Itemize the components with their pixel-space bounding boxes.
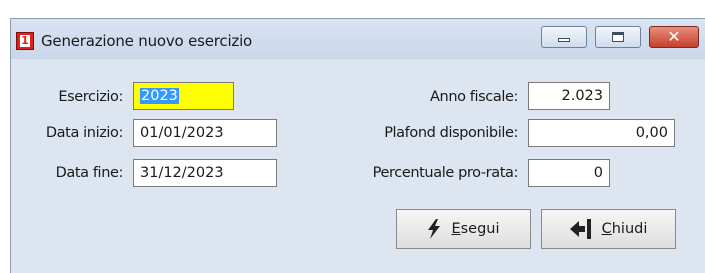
pro-rata-field[interactable]: 0 — [528, 159, 610, 187]
esercizio-field[interactable]: 2023 — [133, 82, 234, 110]
lightning-icon — [428, 219, 441, 239]
minimize-icon — [558, 38, 570, 42]
anno-fiscale-field[interactable]: 2.023 — [528, 82, 610, 110]
esercizio-value: 2023 — [140, 88, 179, 104]
chiudi-button[interactable]: Chiudi — [541, 209, 676, 249]
plafond-label: Plafond disponibile: — [384, 125, 518, 141]
maximize-icon — [612, 32, 624, 42]
data-inizio-label: Data inizio: — [45, 125, 123, 141]
app-icon[interactable]: 1 — [16, 32, 34, 50]
data-inizio-field[interactable]: 01/01/2023 — [133, 119, 277, 147]
data-fine-field[interactable]: 31/12/2023 — [133, 159, 277, 187]
maximize-button[interactable] — [595, 26, 641, 48]
exit-arrow-icon — [569, 219, 591, 239]
minimize-button[interactable] — [541, 26, 587, 48]
esegui-button[interactable]: Esegui — [396, 209, 531, 249]
data-fine-label: Data fine: — [55, 165, 124, 181]
chiudi-label: Chiudi — [601, 221, 648, 237]
pro-rata-label: Percentuale pro-rata: — [372, 165, 519, 181]
close-button[interactable]: ✕ — [649, 26, 699, 48]
anno-fiscale-label: Anno fiscale: — [430, 89, 518, 105]
window-title: Generazione nuovo esercizio — [41, 32, 253, 50]
dialog-window: 1 Generazione nuovo esercizio ✕ Esercizi… — [10, 18, 705, 273]
plafond-field[interactable]: 0,00 — [528, 119, 675, 147]
title-bar[interactable]: 1 Generazione nuovo esercizio ✕ — [11, 19, 705, 59]
app-icon-number: 1 — [20, 34, 30, 47]
esegui-label: Esegui — [451, 221, 500, 237]
esercizio-label: Esercizio: — [58, 89, 123, 105]
close-icon: ✕ — [667, 27, 681, 46]
